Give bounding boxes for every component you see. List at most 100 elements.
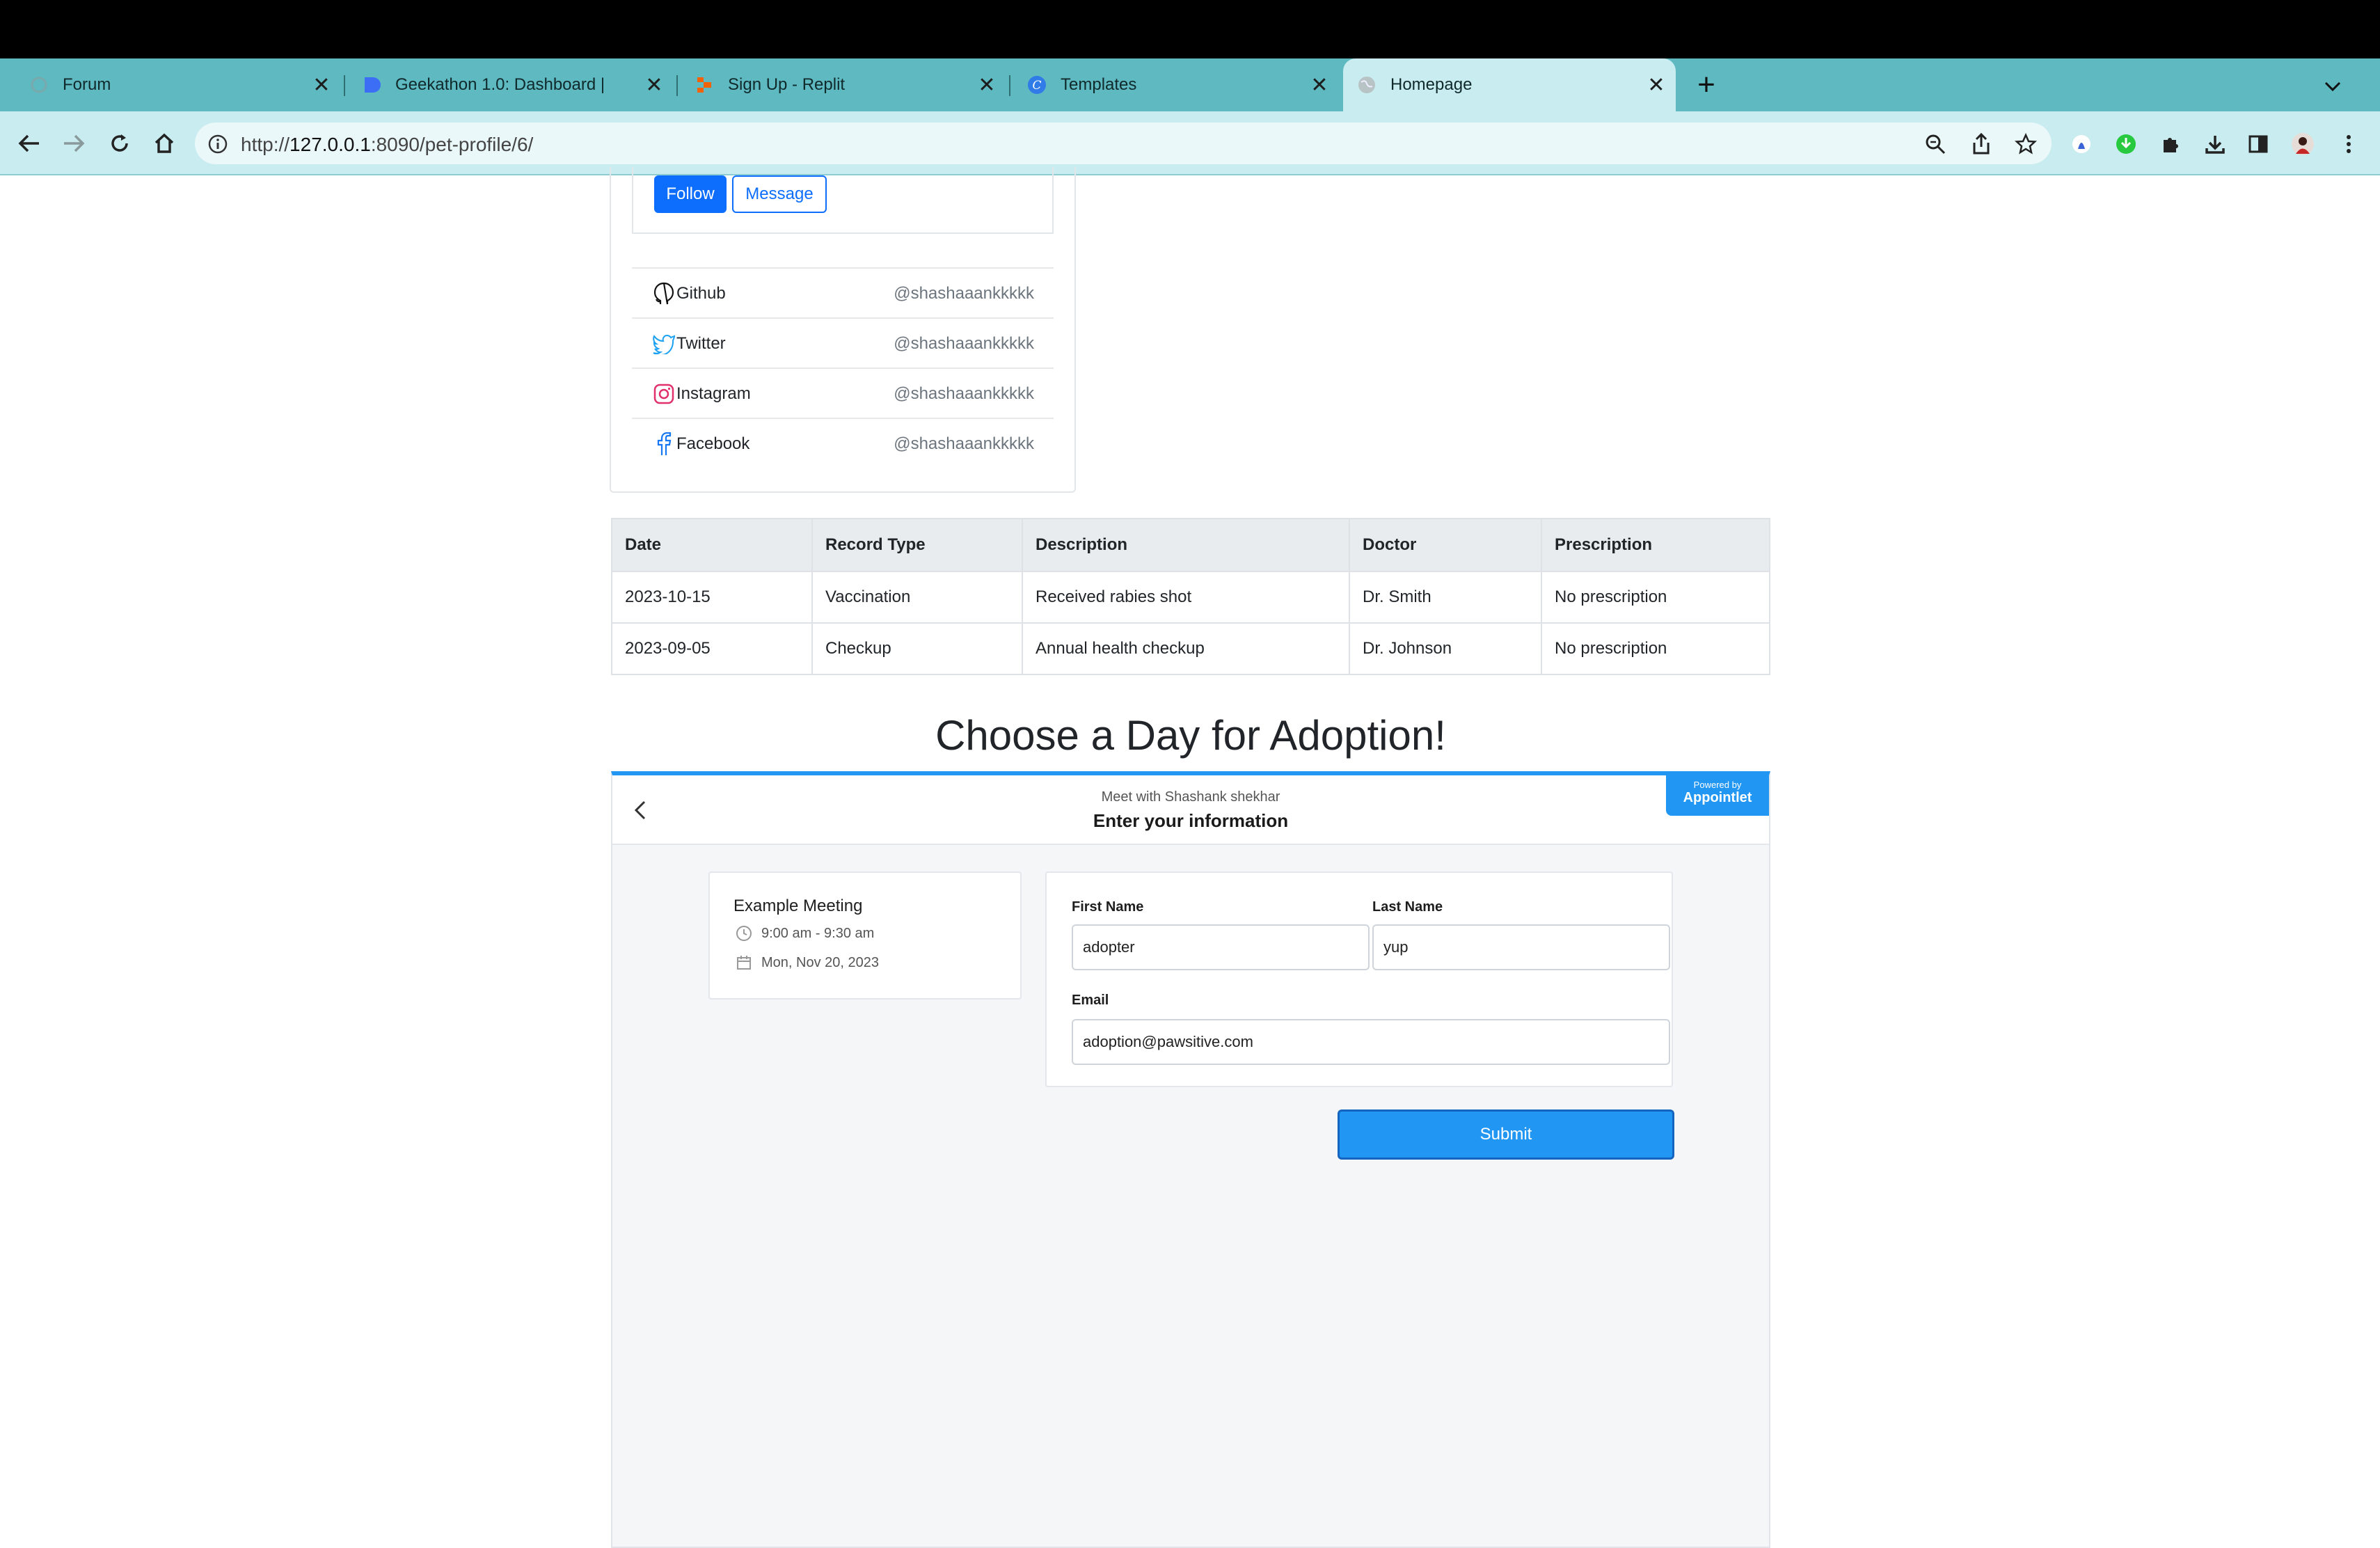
tab-title: Sign Up - Replit <box>728 75 846 94</box>
cell-record-type: Checkup <box>811 622 1023 675</box>
canva-favicon-icon: C <box>1027 75 1047 95</box>
tab-templates[interactable]: C Templates ✕ <box>998 58 1339 111</box>
column-header-prescription: Prescription <box>1541 518 1770 572</box>
social-row-github[interactable]: Github @shashaaankkkkk <box>632 267 1054 319</box>
extensions-puzzle-icon[interactable] <box>2159 132 2182 156</box>
appointlet-brand: Appointlet <box>1683 790 1752 805</box>
side-panel-icon[interactable] <box>2246 132 2270 156</box>
user-avatar-icon[interactable] <box>2291 132 2315 156</box>
table-header-row: Date Record Type Description Doctor Pres… <box>611 518 1770 572</box>
devpost-favicon-icon <box>362 75 381 95</box>
new-tab-button[interactable]: + <box>1688 67 1724 103</box>
tab-title: Geekathon 1.0: Dashboard | D <box>395 75 608 94</box>
tab-title: Homepage <box>1390 75 1473 94</box>
column-header-record-type: Record Type <box>811 518 1023 572</box>
cell-prescription: No prescription <box>1541 622 1770 675</box>
email-input[interactable]: adoption@pawsitive.com <box>1072 1019 1670 1065</box>
svg-text:C: C <box>1032 79 1041 93</box>
clock-icon <box>735 924 753 942</box>
meeting-date-text: Mon, Nov 20, 2023 <box>761 954 879 970</box>
cell-doctor: Dr. Smith <box>1349 571 1542 624</box>
forum-favicon-icon <box>29 75 49 95</box>
calendar-icon <box>735 954 753 972</box>
social-handle: @shashaaankkkkk <box>894 434 1034 453</box>
social-handle: @shashaaankkkkk <box>894 284 1034 303</box>
site-info-icon[interactable] <box>207 134 228 155</box>
forward-arrow-icon[interactable] <box>58 128 89 159</box>
extension-green-icon[interactable] <box>2114 132 2138 156</box>
cell-record-type: Vaccination <box>811 571 1023 624</box>
globe-favicon-icon <box>1357 75 1377 95</box>
tab-close-icon[interactable]: ✕ <box>309 72 334 97</box>
message-button[interactable]: Message <box>732 175 827 213</box>
cell-doctor: Dr. Johnson <box>1349 622 1542 675</box>
tab-close-icon[interactable]: ✕ <box>974 72 999 97</box>
social-name: Twitter <box>676 334 726 353</box>
bookmark-star-icon[interactable] <box>2014 132 2038 156</box>
social-name: Facebook <box>676 434 750 453</box>
meeting-time: 9:00 am - 9:30 am <box>735 924 874 942</box>
widget-title: Enter your information <box>1093 810 1289 831</box>
powered-by-badge[interactable]: Powered by Appointlet <box>1666 775 1769 816</box>
adoption-heading: Choose a Day for Adoption! <box>935 712 1446 759</box>
column-header-date: Date <box>611 518 813 572</box>
social-row-instagram[interactable]: Instagram @shashaaankkkkk <box>632 368 1054 419</box>
social-row-facebook[interactable]: Facebook @shashaaankkkkk <box>632 418 1054 469</box>
medical-records-table: Date Record Type Description Doctor Pres… <box>611 518 1770 675</box>
meeting-time-text: 9:00 am - 9:30 am <box>761 925 875 941</box>
tab-homepage[interactable]: Homepage ✕ <box>1343 58 1676 111</box>
tab-title: Templates <box>1061 75 1137 94</box>
submit-button[interactable]: Submit <box>1338 1109 1674 1160</box>
cell-prescription: No prescription <box>1541 571 1770 624</box>
replit-favicon-icon <box>695 75 714 95</box>
first-name-label: First Name <box>1072 899 1144 915</box>
follow-button[interactable]: Follow <box>654 175 727 213</box>
table-row: 2023-10-15 Vaccination Received rabies s… <box>611 571 1770 624</box>
cell-description: Annual health checkup <box>1022 622 1350 675</box>
meeting-date: Mon, Nov 20, 2023 <box>735 954 879 972</box>
last-name-label: Last Name <box>1372 899 1443 915</box>
browser-menu-icon[interactable] <box>2337 132 2361 156</box>
social-handle: @shashaaankkkkk <box>894 384 1034 403</box>
social-name: Github <box>676 284 726 303</box>
first-name-input[interactable]: adopter <box>1072 924 1370 970</box>
cell-date: 2023-10-15 <box>611 571 813 624</box>
extension-profile-icon[interactable] <box>2070 132 2093 156</box>
facebook-icon <box>651 432 676 457</box>
tab-replit[interactable]: Sign Up - Replit ✕ <box>665 58 1006 111</box>
tab-forum[interactable]: Forum ✕ <box>0 58 341 111</box>
github-icon <box>651 281 676 306</box>
screen-top-bar <box>0 0 2380 58</box>
table-row: 2023-09-05 Checkup Annual health checkup… <box>611 622 1770 675</box>
share-icon[interactable] <box>1969 132 1993 156</box>
reload-icon[interactable] <box>104 128 135 159</box>
zoom-icon[interactable] <box>1923 132 1947 156</box>
tab-close-icon[interactable]: ✕ <box>1644 72 1669 97</box>
back-arrow-icon[interactable] <box>14 128 45 159</box>
tab-close-icon[interactable]: ✕ <box>1307 72 1332 97</box>
home-icon[interactable] <box>149 128 180 159</box>
powered-by-text: Powered by <box>1693 780 1742 790</box>
url-prefix: http:// <box>241 134 290 155</box>
instagram-icon <box>651 381 676 406</box>
meet-with-text: Meet with Shashank shekhar <box>1101 789 1280 805</box>
url-path: :8090/pet-profile/6/ <box>370 134 534 155</box>
tab-geekathon[interactable]: Geekathon 1.0: Dashboard | D ✕ <box>333 58 674 111</box>
email-label: Email <box>1072 993 1109 1008</box>
url-host: 127.0.0.1 <box>289 134 371 155</box>
column-header-description: Description <box>1022 518 1350 572</box>
tab-close-icon[interactable]: ✕ <box>642 72 667 97</box>
social-row-twitter[interactable]: Twitter @shashaaankkkkk <box>632 317 1054 369</box>
tab-title: Forum <box>63 75 111 94</box>
column-header-doctor: Doctor <box>1349 518 1542 572</box>
social-handle: @shashaaankkkkk <box>894 334 1034 353</box>
cell-date: 2023-09-05 <box>611 622 813 675</box>
twitter-icon <box>651 331 676 356</box>
tab-search-chevron-icon[interactable] <box>2319 72 2347 100</box>
social-name: Instagram <box>676 384 751 403</box>
meeting-title: Example Meeting <box>733 897 863 915</box>
last-name-input[interactable]: yup <box>1372 924 1670 970</box>
download-icon[interactable] <box>2203 132 2227 156</box>
url-text[interactable]: http://127.0.0.1:8090/pet-profile/6/ <box>241 134 533 156</box>
cell-description: Received rabies shot <box>1022 571 1350 624</box>
